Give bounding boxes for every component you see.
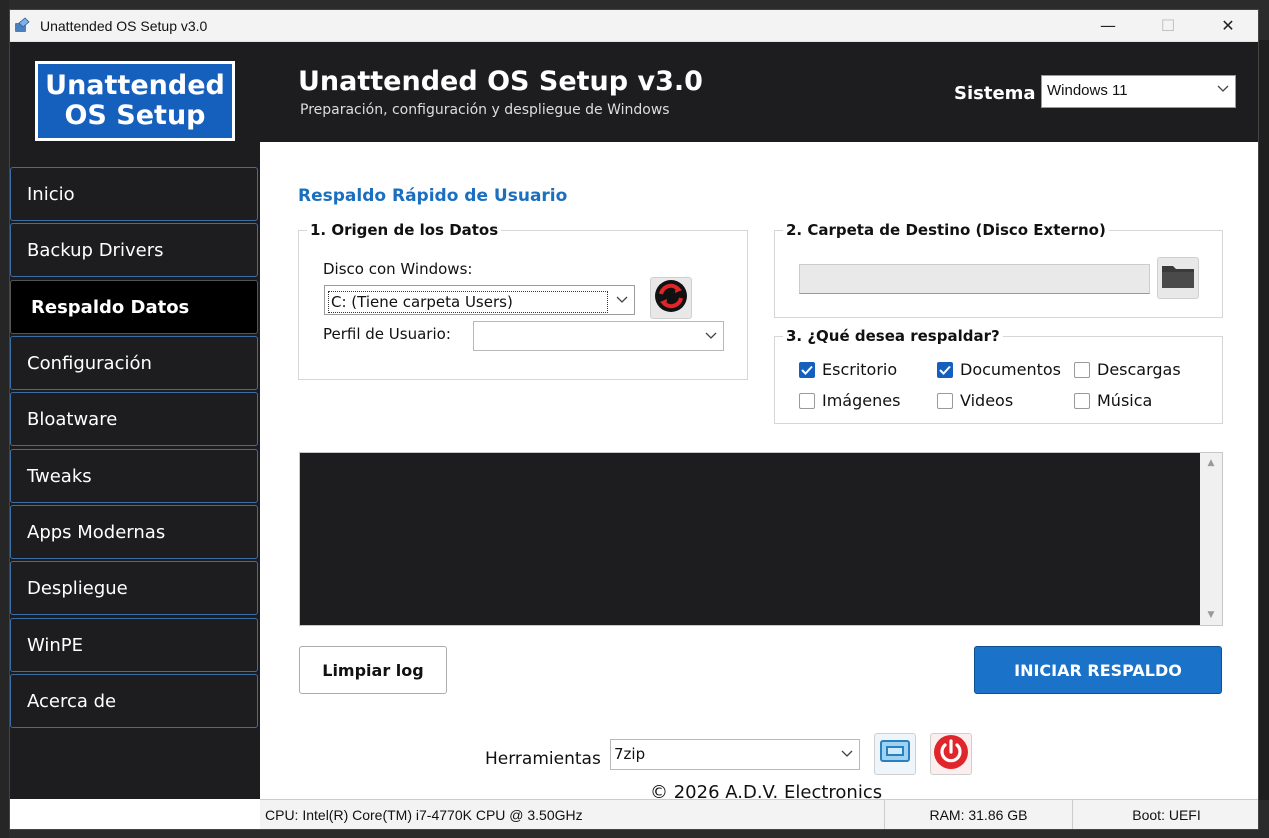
logo: Unattended OS Setup [35, 61, 235, 141]
scroll-down-icon[interactable]: ▼ [1200, 605, 1222, 625]
open-tool-button[interactable] [874, 733, 916, 775]
what-group: 3. ¿Qué desea respaldar? Escritorio Docu… [774, 327, 1223, 424]
logo-line-1: Unattended [45, 70, 225, 101]
folder-icon [1160, 262, 1196, 294]
title-bar: Unattended OS Setup v3.0 — ☐ ✕ [10, 10, 1258, 42]
checkbox-label: Escritorio [822, 360, 898, 379]
profile-label: Perfil de Usuario: [323, 325, 451, 343]
window-title: Unattended OS Setup v3.0 [40, 17, 208, 34]
sidebar-item-apps-modernas[interactable]: Apps Modernas [10, 505, 258, 559]
checkbox-label: Imágenes [822, 391, 901, 410]
sidebar-item-label: Inicio [27, 183, 75, 205]
chevron-down-icon [616, 293, 628, 307]
sidebar-item-configuracion[interactable]: Configuración [10, 336, 258, 390]
tools-label: Herramientas [485, 749, 601, 769]
app-icon [12, 16, 32, 36]
checkbox-box [937, 392, 953, 409]
destination-group-legend: 2. Carpeta de Destino (Disco Externo) [783, 221, 1109, 239]
status-boot: Boot: UEFI [1132, 807, 1201, 823]
checkbox-documentos[interactable]: Documentos [937, 360, 1061, 379]
sidebar-item-despliegue[interactable]: Despliegue [10, 561, 258, 615]
checkbox-label: Videos [960, 391, 1014, 410]
start-backup-button[interactable]: INICIAR RESPALDO [974, 646, 1222, 694]
status-bar: CPU: Intel(R) Core(TM) i7-4770K CPU @ 3.… [260, 799, 1258, 829]
minimize-button[interactable]: — [1078, 10, 1138, 42]
system-label: Sistema [954, 83, 1036, 104]
sidebar-item-label: Despliegue [27, 577, 128, 599]
destination-path-field[interactable] [799, 264, 1150, 294]
checkbox-videos[interactable]: Videos [937, 391, 1013, 410]
profile-select[interactable] [473, 321, 724, 351]
log-output[interactable]: ▲ ▼ [299, 452, 1223, 626]
destination-group: 2. Carpeta de Destino (Disco Externo) [774, 221, 1223, 318]
system-select[interactable]: Windows 11 [1041, 75, 1236, 108]
checkbox-label: Música [1097, 391, 1153, 410]
disk-label: Disco con Windows: [323, 260, 473, 278]
sidebar-item-label: Tweaks [27, 465, 92, 487]
power-icon [933, 734, 969, 774]
checkbox-imagenes[interactable]: Imágenes [799, 391, 900, 410]
checkbox-box [1074, 392, 1090, 409]
scroll-up-icon[interactable]: ▲ [1200, 453, 1222, 473]
power-button[interactable] [930, 733, 972, 775]
browse-folder-button[interactable] [1157, 257, 1199, 299]
sidebar-item-label: Backup Drivers [27, 239, 164, 261]
desktop-background-right [1258, 40, 1269, 800]
what-group-legend: 3. ¿Qué desea respaldar? [783, 327, 1003, 345]
sidebar-item-respaldo-datos[interactable]: Respaldo Datos [10, 280, 258, 334]
checkbox-escritorio[interactable]: Escritorio [799, 360, 897, 379]
check-icon [937, 361, 953, 378]
window-tool-icon [879, 739, 911, 769]
tools-select[interactable]: 7zip [610, 739, 860, 770]
desktop-background-left [0, 0, 9, 838]
checkbox-label: Descargas [1097, 360, 1181, 379]
sidebar-item-label: Respaldo Datos [31, 296, 190, 318]
sidebar-item-winpe[interactable]: WinPE [10, 618, 258, 672]
check-icon [799, 361, 815, 378]
origin-group-legend: 1. Origen de los Datos [307, 221, 502, 239]
app-subtitle: Preparación, configuración y despliegue … [300, 102, 670, 118]
close-button[interactable]: ✕ [1198, 10, 1258, 42]
chevron-down-icon [705, 329, 717, 343]
sidebar-item-label: Bloatware [27, 408, 118, 430]
main-content: Respaldo Rápido de Usuario 1. Origen de … [260, 142, 1258, 803]
sidebar: Inicio Backup Drivers Respaldo Datos Con… [10, 142, 260, 799]
checkbox-box [1074, 361, 1090, 378]
checkbox-box [799, 392, 815, 409]
clear-log-button[interactable]: Limpiar log [299, 646, 447, 694]
checkbox-musica[interactable]: Música [1074, 391, 1152, 410]
app-title: Unattended OS Setup v3.0 [298, 66, 703, 97]
checkbox-descargas[interactable]: Descargas [1074, 360, 1181, 379]
checkbox-label: Documentos [960, 360, 1062, 379]
chevron-down-icon [1217, 82, 1229, 96]
status-cpu: CPU: Intel(R) Core(TM) i7-4770K CPU @ 3.… [260, 800, 885, 829]
refresh-icon [652, 277, 690, 319]
sidebar-item-backup-drivers[interactable]: Backup Drivers [10, 223, 258, 277]
maximize-button[interactable]: ☐ [1138, 10, 1198, 42]
disk-select[interactable]: C: (Tiene carpeta Users) [324, 285, 635, 315]
tools-select-value: 7zip [614, 745, 646, 763]
sidebar-item-tweaks[interactable]: Tweaks [10, 449, 258, 503]
sidebar-item-inicio[interactable]: Inicio [10, 167, 258, 221]
section-title: Respaldo Rápido de Usuario [298, 186, 568, 206]
disk-select-value: C: (Tiene carpeta Users) [328, 291, 608, 313]
sidebar-item-label: Acerca de [27, 690, 117, 712]
app-window: Unattended OS Setup v3.0 — ☐ ✕ Unattende… [9, 9, 1259, 830]
sidebar-item-label: Apps Modernas [27, 521, 166, 543]
sidebar-item-label: Configuración [27, 352, 152, 374]
refresh-disks-button[interactable] [650, 277, 692, 319]
status-ram: RAM: 31.86 GB [885, 800, 1073, 829]
sidebar-item-bloatware[interactable]: Bloatware [10, 392, 258, 446]
sidebar-item-acerca-de[interactable]: Acerca de [10, 674, 258, 728]
sidebar-item-label: WinPE [27, 634, 84, 656]
origin-group: 1. Origen de los Datos Disco con Windows… [298, 221, 748, 380]
logo-line-2: OS Setup [64, 100, 206, 131]
chevron-down-icon [841, 747, 853, 761]
system-select-value: Windows 11 [1047, 82, 1128, 99]
app-header: Unattended OS Setup Unattended OS Setup … [10, 42, 1258, 142]
log-scrollbar[interactable]: ▲ ▼ [1200, 453, 1222, 625]
